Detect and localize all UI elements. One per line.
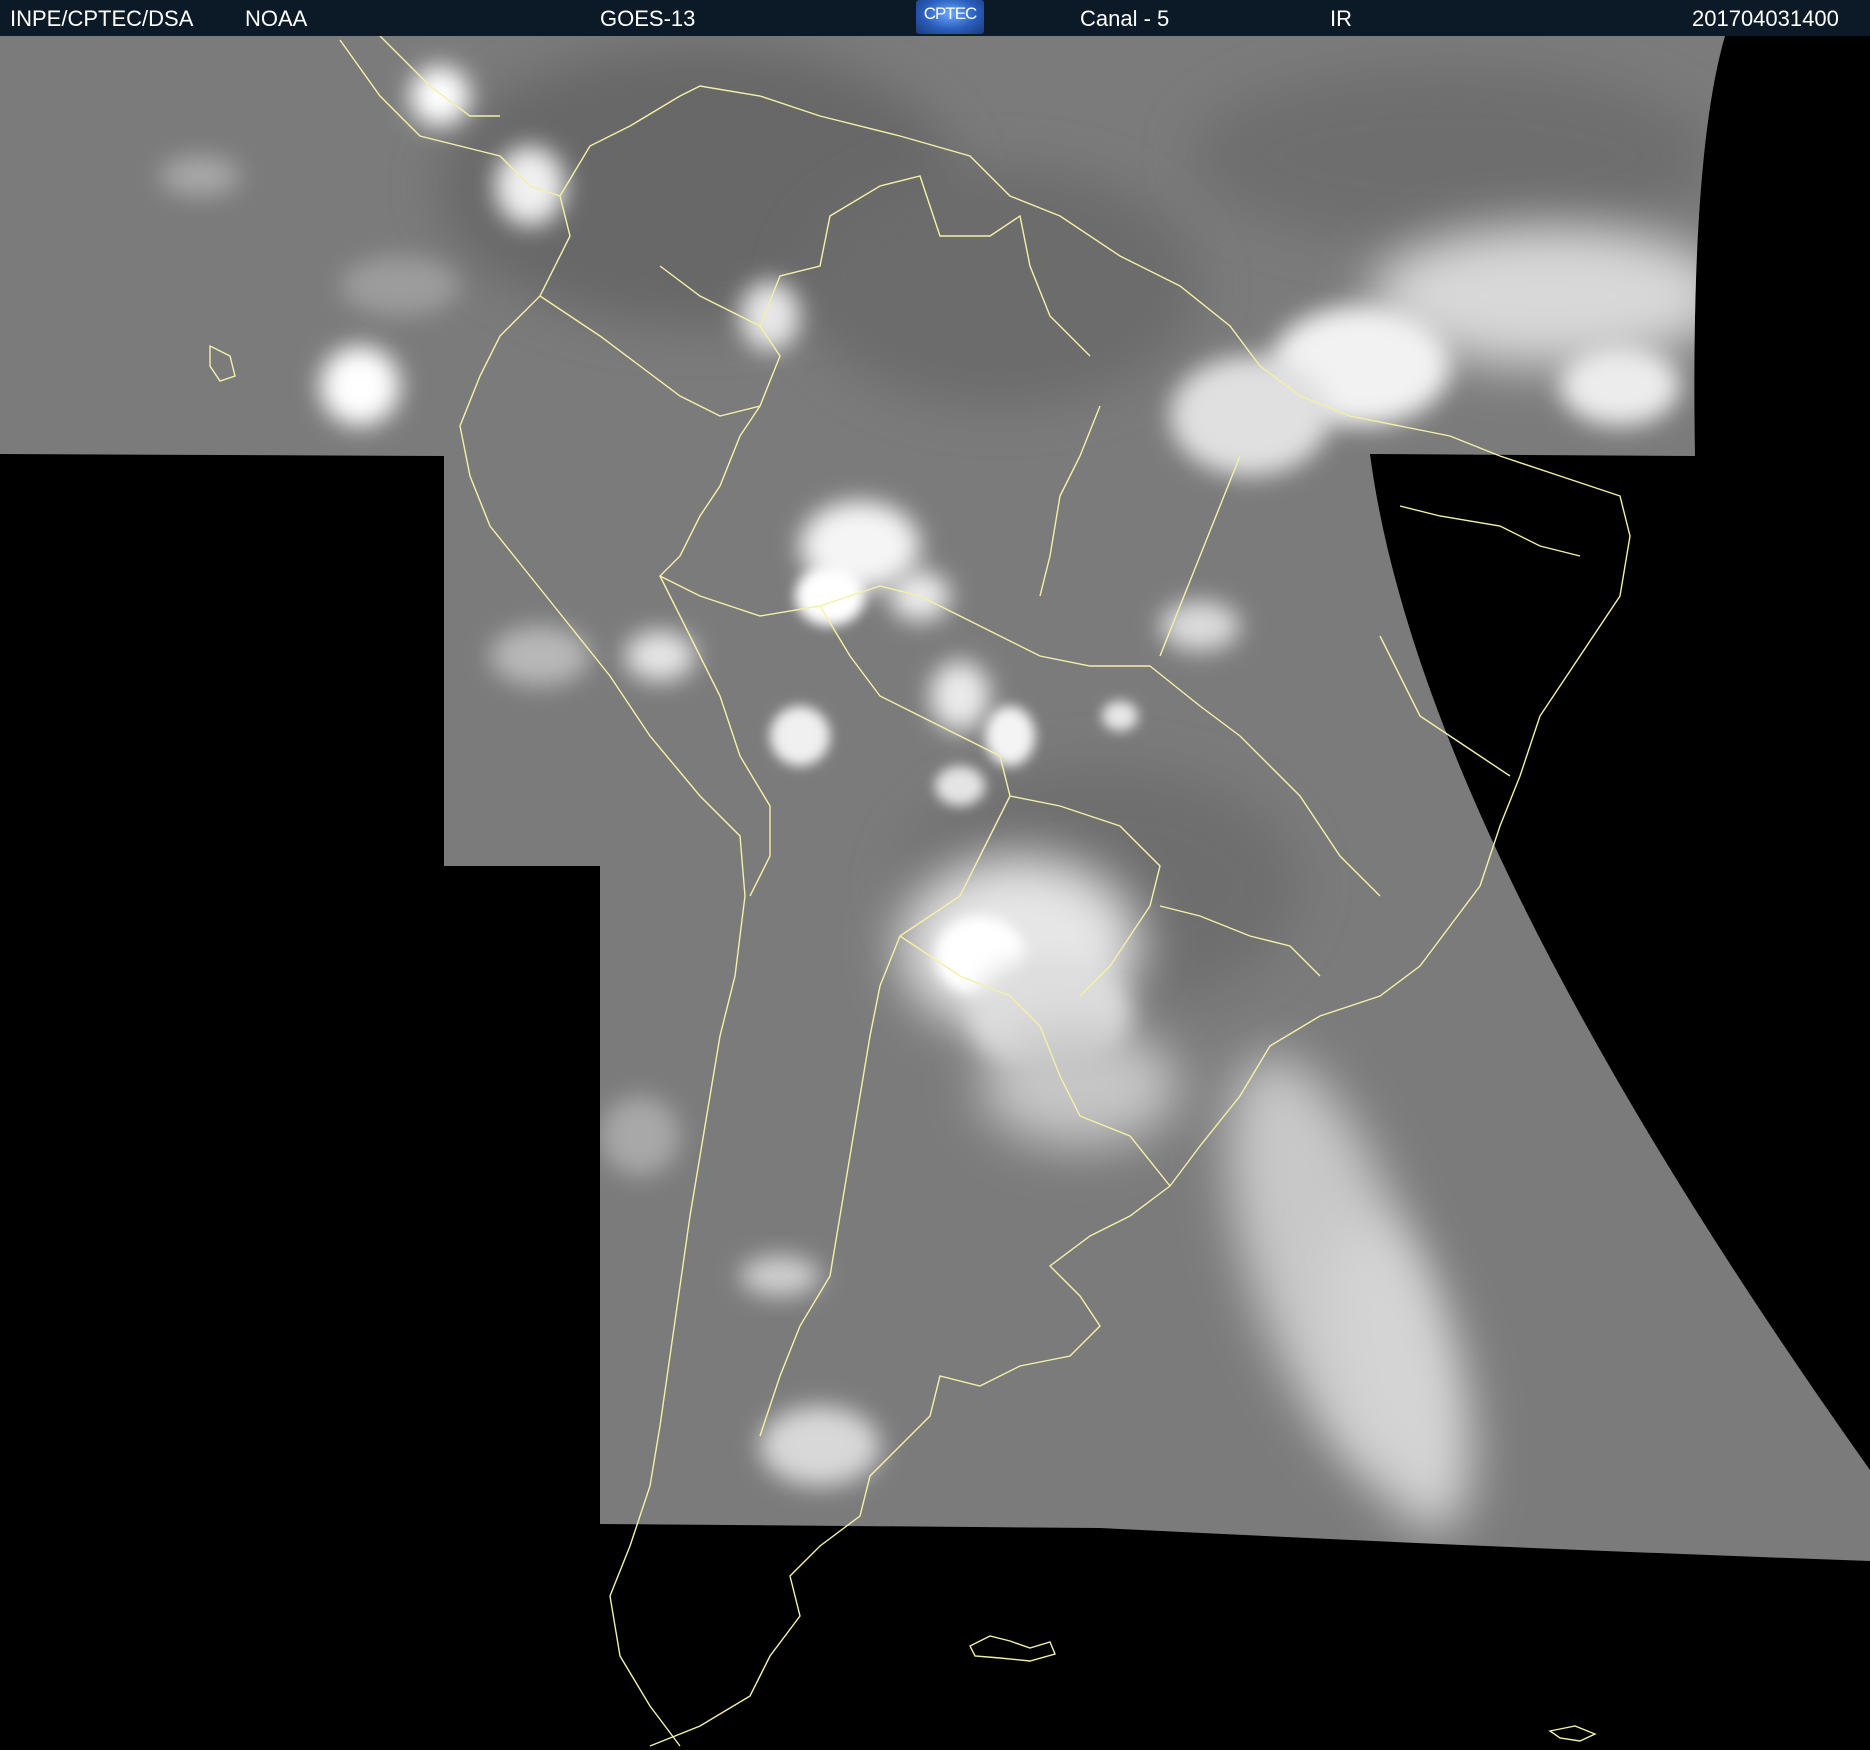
timestamp-label: 201704031400 [1692, 6, 1839, 31]
satellite-label: GOES-13 [600, 6, 696, 31]
header-bar: INPE/CPTEC/DSA NOAA GOES-13 CPTEC Canal … [0, 0, 1870, 36]
source-label: NOAA [245, 6, 308, 31]
band-label: IR [1330, 6, 1352, 31]
cptec-logo: CPTEC [916, 0, 984, 34]
channel-label: Canal - 5 [1080, 6, 1170, 31]
agency-label: INPE/CPTEC/DSA [10, 6, 194, 31]
satellite-image [0, 36, 1870, 1747]
logo-text: CPTEC [923, 4, 978, 23]
